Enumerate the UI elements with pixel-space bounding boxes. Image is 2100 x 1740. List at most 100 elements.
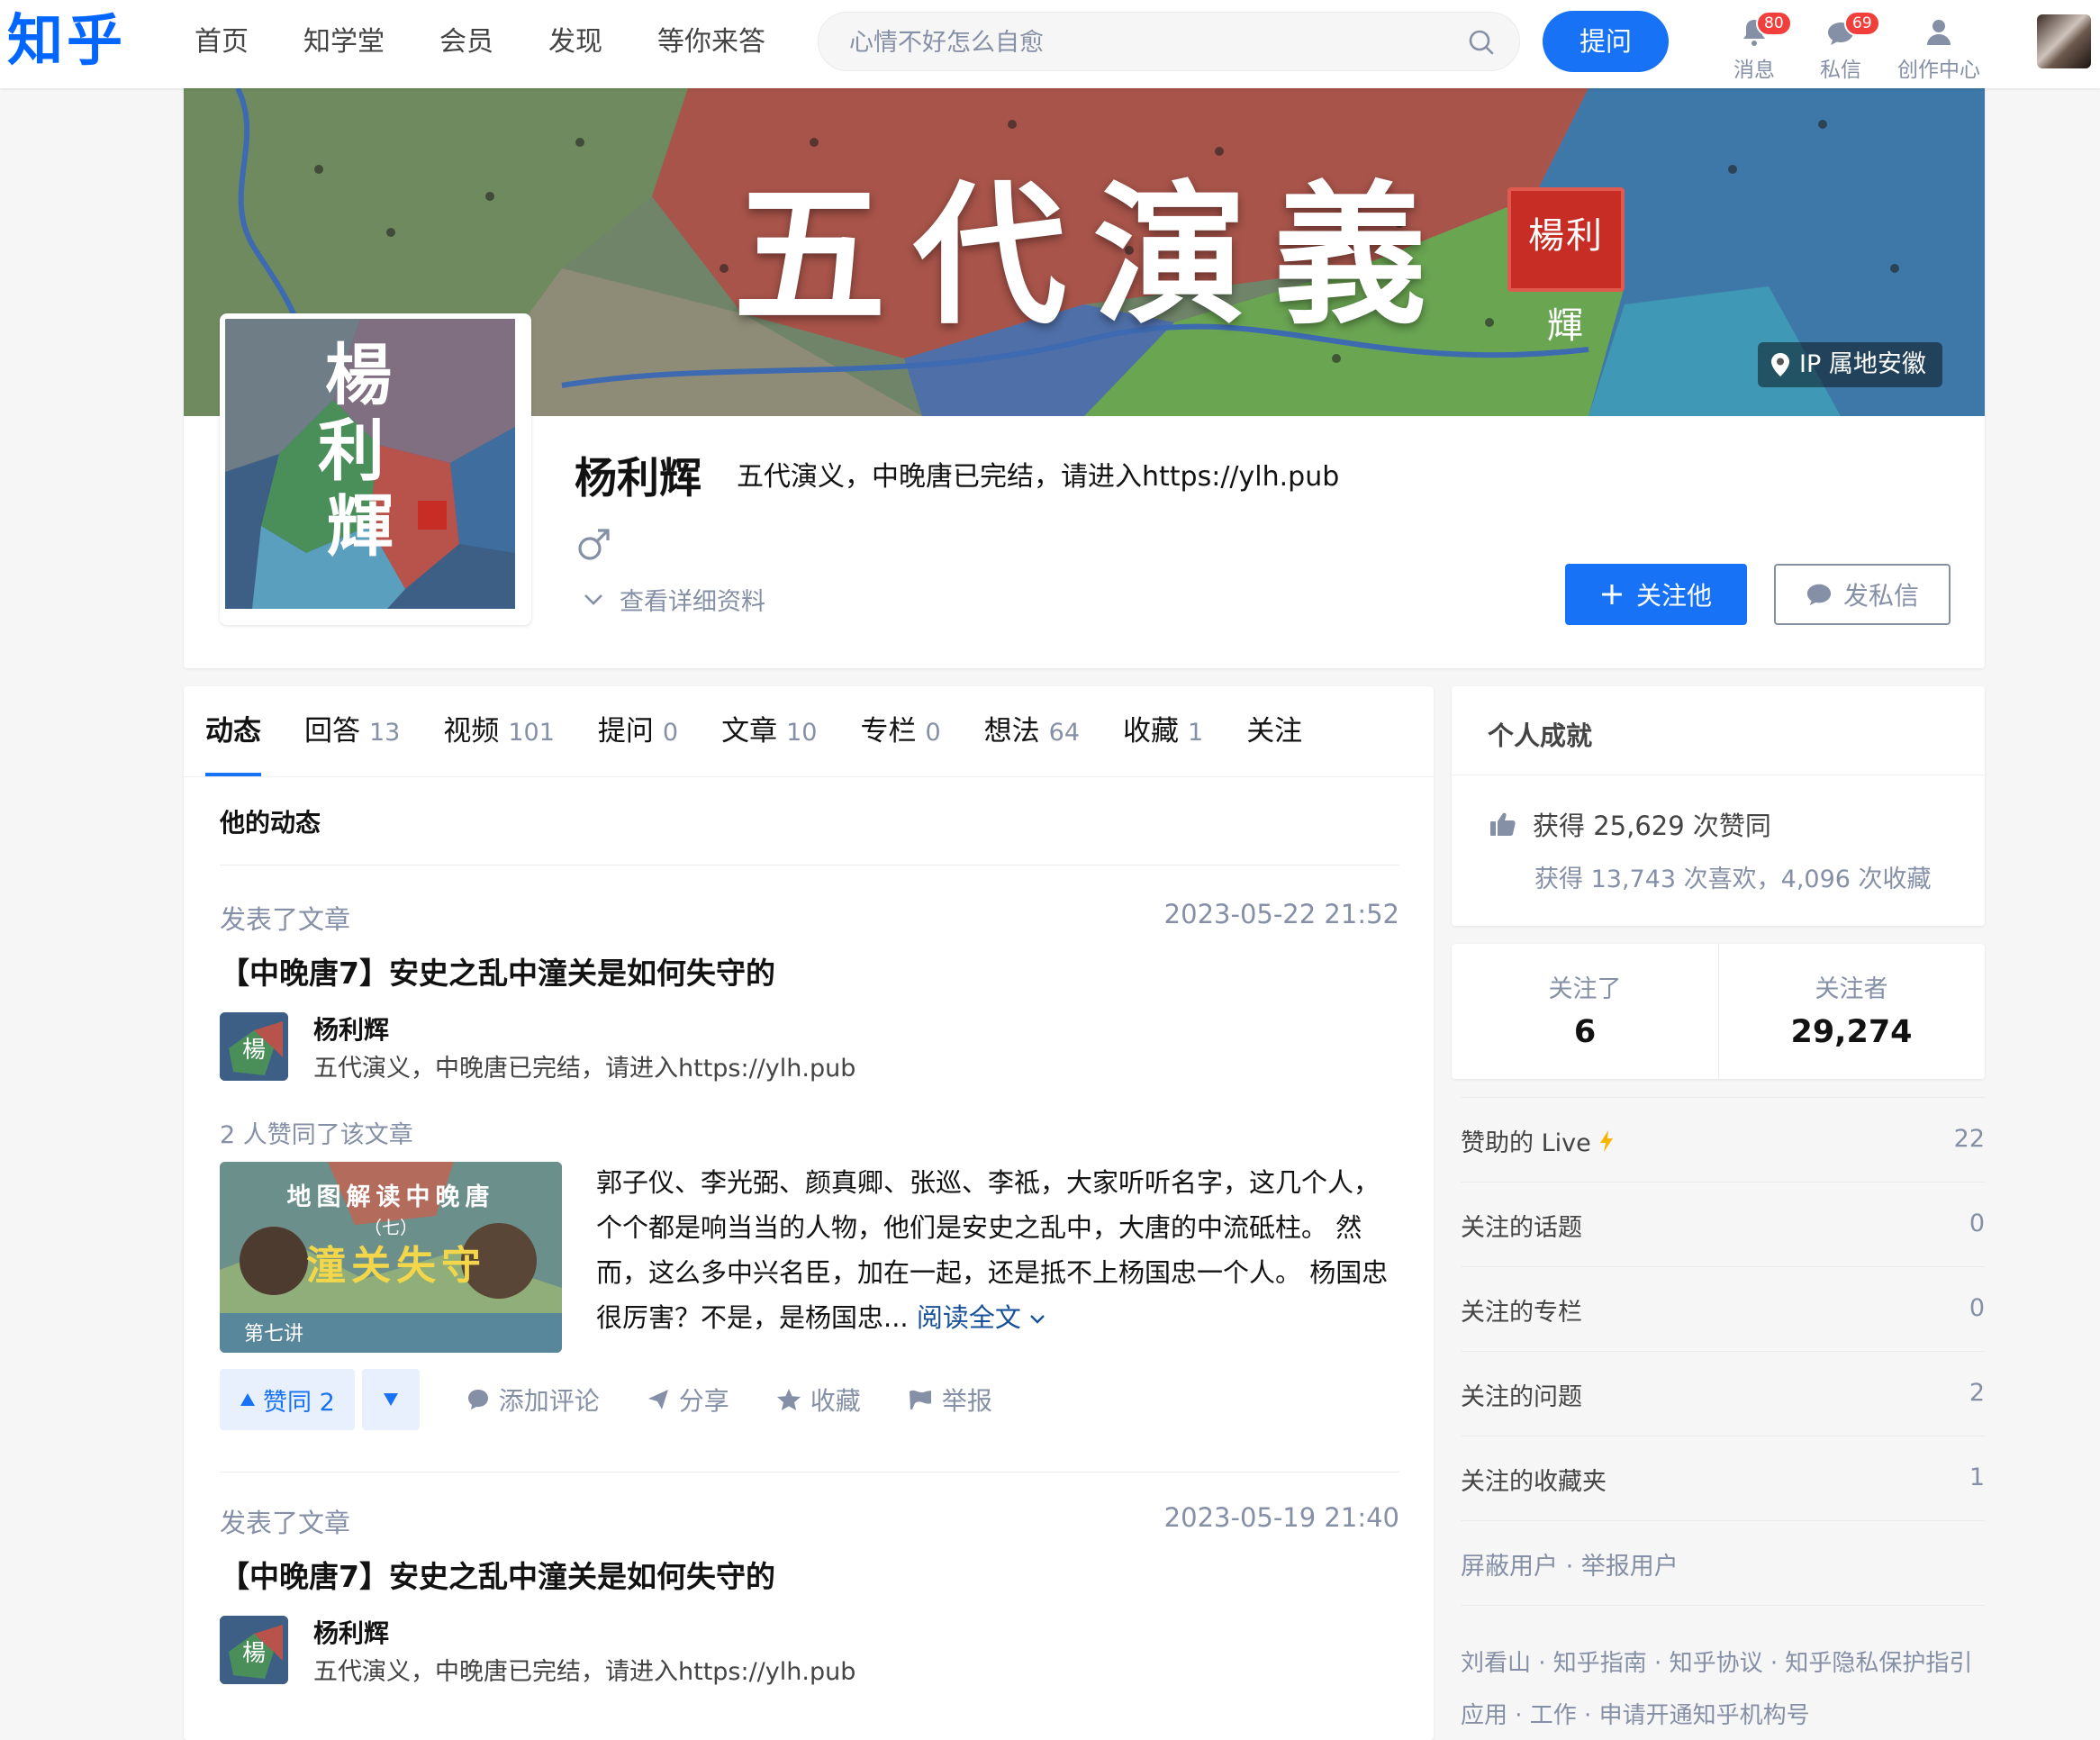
article-excerpt: 郭子仪、李光弼、颜真卿、张巡、李祗，大家听听名字，这几个人，个个都是响当当的人物… <box>596 1160 1399 1340</box>
following-stat[interactable]: 关注了 6 <box>1452 944 1718 1079</box>
view-details-label: 查看详细资料 <box>620 588 765 616</box>
tab-count: 64 <box>1048 719 1080 747</box>
tab-answers[interactable]: 回答 13 <box>304 686 400 776</box>
tab-questions[interactable]: 提问 0 <box>598 686 678 776</box>
sidebar-item-topics[interactable]: 关注的话题 0 <box>1461 1182 1985 1267</box>
creator-center-button[interactable]: 创作中心 <box>1891 13 1987 83</box>
send-message-label: 发私信 <box>1842 581 1919 611</box>
read-more-link[interactable]: 阅读全文 <box>917 1302 1045 1333</box>
tab-following[interactable]: 关注 <box>1246 686 1302 776</box>
tab-collections[interactable]: 收藏 1 <box>1123 686 1203 776</box>
tab-columns[interactable]: 专栏 0 <box>860 686 940 776</box>
zhihu-logo[interactable]: 知乎 <box>7 4 126 77</box>
follow-button[interactable]: 关注他 <box>1565 564 1747 625</box>
sidebar-item-count: 1 <box>1969 1464 1985 1491</box>
sidebar-item-count: 22 <box>1953 1125 1985 1153</box>
block-report-row: 屏蔽用户 · 举报用户 <box>1461 1520 1985 1606</box>
nav-zhixuetang[interactable]: 知学堂 <box>303 0 385 85</box>
send-message-button[interactable]: 发私信 <box>1774 564 1951 625</box>
nav-vip[interactable]: 会员 <box>439 0 493 85</box>
report-button[interactable]: 举报 <box>908 1382 992 1418</box>
tab-label: 关注 <box>1246 715 1303 748</box>
nav-discover[interactable]: 发现 <box>548 0 602 85</box>
block-report-links[interactable]: 屏蔽用户 · 举报用户 <box>1461 1546 1679 1581</box>
achievements-title: 个人成就 <box>1488 720 1593 751</box>
tab-label: 回答 <box>304 715 360 748</box>
tab-articles[interactable]: 文章 10 <box>721 686 817 776</box>
liked-by-text: 2 人赞同了该文章 <box>220 1121 413 1149</box>
collect-label: 收藏 <box>810 1386 861 1416</box>
chats-badge: 69 <box>1844 11 1880 36</box>
sidebar-item-live[interactable]: 赞助的 Live 22 <box>1461 1097 1985 1183</box>
avatar-char-2: 利 <box>318 412 385 490</box>
tab-label: 视频 <box>443 715 500 748</box>
comment-button[interactable]: 添加评论 <box>466 1382 600 1418</box>
feed-actions: 赞同 2 添加评论 分享 收藏 举报 <box>220 1369 992 1430</box>
svg-text:楊: 楊 <box>242 1037 266 1064</box>
messages-badge: 80 <box>1756 11 1792 36</box>
tab-videos[interactable]: 视频 101 <box>443 686 555 776</box>
thumb-main-title: 潼关失守 <box>306 1243 486 1289</box>
chevron-down-icon <box>1030 1315 1045 1324</box>
cover-seal: 楊利輝 <box>1507 187 1625 347</box>
article-thumbnail[interactable]: 地图解读中晚唐 （七） 潼关失守 第七讲 <box>220 1162 562 1353</box>
footer-links-2[interactable]: 应用 · 工作 · 申请开通知乎机构号 <box>1461 1697 1810 1730</box>
search-input[interactable] <box>847 13 1445 72</box>
author-name[interactable]: 杨利辉 <box>313 1614 389 1650</box>
collect-button[interactable]: 收藏 <box>776 1382 861 1418</box>
messages-label: 消息 <box>1733 59 1775 82</box>
likes-text: 获得 25,629 次赞同 <box>1533 811 1771 841</box>
article-title-link[interactable]: 【中晚唐7】安史之乱中潼关是如何失守的 <box>220 1553 775 1596</box>
tab-count: 1 <box>1188 719 1204 747</box>
thumb-title: 地图解读中晚唐 <box>287 1183 495 1211</box>
tab-label: 收藏 <box>1123 715 1179 748</box>
main-nav: 首页 知学堂 会员 发现 等你来答 <box>195 0 820 85</box>
avatar-char-3: 輝 <box>327 488 394 566</box>
downvote-button[interactable] <box>361 1369 420 1430</box>
sidebar-item-columns[interactable]: 关注的专栏 0 <box>1461 1266 1985 1352</box>
share-button[interactable]: 分享 <box>647 1382 729 1418</box>
view-details-link[interactable]: 查看详细资料 <box>584 582 765 617</box>
likes-stat: 获得 25,629 次赞同 <box>1489 805 1771 843</box>
activity-section-title: 他的动态 <box>220 808 321 838</box>
tab-label: 想法 <box>983 715 1040 748</box>
comment-label: 添加评论 <box>498 1386 600 1416</box>
tab-pins[interactable]: 想法 64 <box>984 686 1080 776</box>
tab-count: 10 <box>786 719 818 747</box>
avatar-map-image: 楊 利 輝 <box>225 319 515 609</box>
flag-icon <box>908 1388 942 1411</box>
tab-count: 0 <box>662 719 679 747</box>
author-name[interactable]: 杨利辉 <box>313 1010 389 1047</box>
tab-activity[interactable]: 动态 <box>205 686 261 776</box>
nav-home[interactable]: 首页 <box>195 0 249 85</box>
author-avatar[interactable]: 楊 <box>220 1616 288 1684</box>
following-count: 6 <box>1573 1014 1597 1050</box>
top-bar: 知乎 首页 知学堂 会员 发现 等你来答 提问 消息 80 私信 69 创作中心 <box>0 0 2100 88</box>
author-avatar[interactable]: 楊 <box>220 1012 288 1081</box>
triangle-down-icon <box>383 1392 399 1407</box>
nav-waiting-answer[interactable]: 等你来答 <box>657 0 765 85</box>
search-box <box>818 12 1520 72</box>
upvote-label: 赞同 2 <box>263 1388 335 1417</box>
footer-links-1[interactable]: 刘看山 · 知乎指南 · 知乎协议 · 知乎隐私保护指引 <box>1461 1645 1972 1678</box>
feed-item: 发表了文章 2023-05-22 21:52 【中晚唐7】安史之乱中潼关是如何失… <box>220 899 1399 1439</box>
sidebar-item-collections[interactable]: 关注的收藏夹 1 <box>1461 1436 1985 1521</box>
follow-label: 关注他 <box>1635 581 1712 611</box>
search-icon[interactable] <box>1467 28 1496 57</box>
user-avatar[interactable] <box>2037 14 2091 68</box>
feed-time: 2023-05-19 21:40 <box>1163 1502 1399 1533</box>
thumb-subtitle: （七） <box>364 1217 418 1238</box>
followers-stat[interactable]: 关注者 29,274 <box>1718 944 1985 1079</box>
ask-question-button[interactable]: 提问 <box>1543 11 1669 72</box>
sidebar-item-questions[interactable]: 关注的问题 2 <box>1461 1351 1985 1436</box>
chats-button[interactable]: 私信 69 <box>1806 11 1880 83</box>
sidebar-item-label: 关注的问题 <box>1461 1383 1582 1411</box>
avatar-char-1: 楊 <box>325 337 392 414</box>
author-headline: 五代演义，中晚唐已完结，请进入https://ylh.pub <box>313 1658 856 1686</box>
profile-avatar[interactable]: 楊 利 輝 <box>220 313 531 625</box>
upvote-button[interactable]: 赞同 2 <box>220 1369 355 1430</box>
article-title-link[interactable]: 【中晚唐7】安史之乱中潼关是如何失守的 <box>220 949 775 992</box>
messages-button[interactable]: 消息 80 <box>1720 11 1792 83</box>
ip-location-text: IP 属地安徽 <box>1799 350 1926 378</box>
thumb-episode: 第七讲 <box>244 1323 303 1346</box>
